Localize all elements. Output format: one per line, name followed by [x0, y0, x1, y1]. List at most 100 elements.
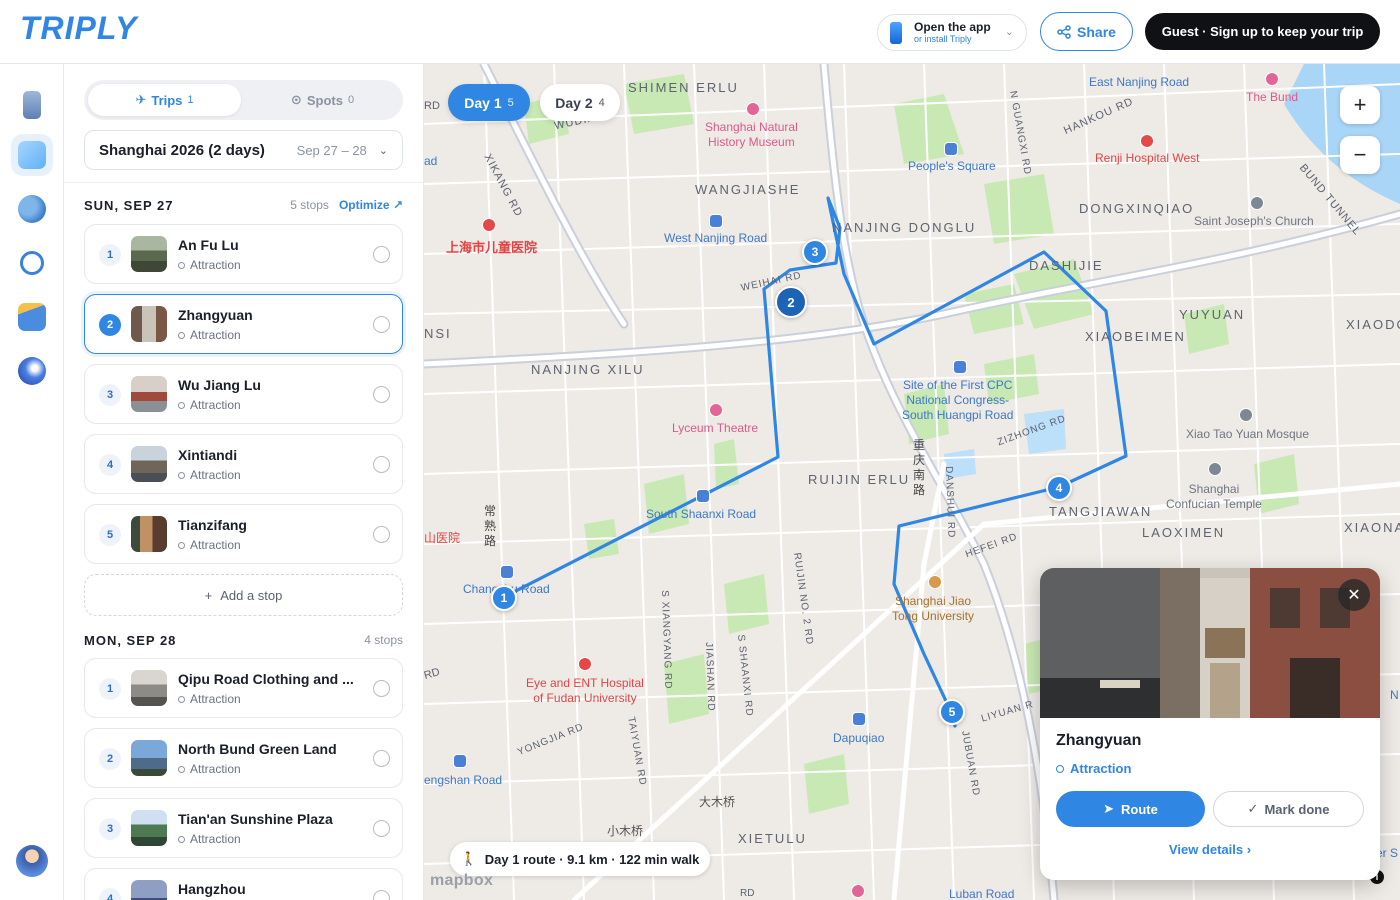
rail-profile[interactable] — [11, 840, 53, 882]
left-rail — [0, 64, 64, 900]
top-header: TRIPLY Open the app or install Triply ⌄ … — [0, 0, 1400, 64]
tab-spots[interactable]: ⊙ Spots 0 — [246, 84, 399, 116]
trip-selector[interactable]: Shanghai 2026 (2 days) Sep 27 – 28 ⌄ — [84, 130, 403, 170]
profile-avatar-icon — [16, 845, 48, 877]
stop-type-label: Attraction — [190, 538, 241, 552]
stop-type-label: Attraction — [190, 468, 241, 482]
stop-number: 1 — [99, 244, 121, 266]
location-pin-icon: ⊙ — [290, 92, 302, 107]
map-view[interactable]: SHIMEN ERLU WANGJIASHE NANJING DONGLU DO… — [424, 64, 1400, 900]
metro-icon — [500, 565, 514, 579]
navigate-icon: ➤ — [1103, 801, 1115, 816]
rail-trips[interactable] — [11, 84, 53, 126]
mark-done-button[interactable]: ✓ Mark done — [1213, 791, 1364, 827]
tab-trips-count: 1 — [187, 94, 194, 106]
rail-map[interactable] — [11, 134, 53, 176]
add-stop-button[interactable]: + Add a stop — [84, 574, 403, 616]
done-checkbox[interactable] — [373, 456, 390, 473]
done-checkbox[interactable] — [373, 750, 390, 767]
district-label: LAOXIMEN — [1142, 525, 1226, 540]
stop-type-label: Attraction — [190, 692, 241, 706]
stop-thumbnail — [131, 670, 167, 706]
church-icon — [1250, 196, 1264, 210]
done-checkbox[interactable] — [373, 680, 390, 697]
route-marker-1[interactable]: 1 — [491, 585, 517, 611]
rail-explore[interactable] — [11, 242, 53, 284]
stop-number: 1 — [99, 678, 121, 700]
stop-type: Attraction — [178, 468, 241, 482]
done-checkbox[interactable] — [373, 246, 390, 263]
stop-card[interactable]: 1 An Fu Lu Attraction — [84, 224, 403, 284]
stop-card[interactable]: 4 Xintiandi Attraction — [84, 434, 403, 494]
open-app-button[interactable]: Open the app or install Triply ⌄ — [877, 14, 1027, 51]
done-checkbox[interactable] — [373, 890, 390, 900]
stop-card[interactable]: 2 North Bund Green Land Attraction — [84, 728, 403, 788]
route-summary-pill: 🚶 Day 1 route · 9.1 km · 122 min walk — [450, 842, 710, 876]
rail-planner[interactable] — [11, 296, 53, 338]
stop-card[interactable]: 3 Wu Jiang Lu Attraction — [84, 364, 403, 424]
plus-icon: + — [204, 587, 213, 603]
day-stop-count: 4 stops — [364, 633, 403, 647]
signup-button[interactable]: Guest · Sign up to keep your trip — [1145, 13, 1380, 50]
place-photo — [1040, 568, 1380, 718]
compass-icon — [20, 251, 44, 275]
rail-community[interactable] — [11, 188, 53, 230]
poi-label: Lyceum Theatre — [672, 421, 759, 435]
share-button[interactable]: Share — [1040, 12, 1133, 51]
metro-icon — [453, 754, 467, 768]
done-checkbox[interactable] — [373, 386, 390, 403]
close-popup-button[interactable]: ✕ — [1338, 579, 1370, 611]
day-chip-label: Day 1 — [464, 94, 502, 111]
day-2-chip[interactable]: Day 2 4 — [540, 84, 620, 121]
stop-type: Attraction — [178, 762, 241, 776]
rail-ai[interactable] — [11, 350, 53, 392]
road-label: ad — [424, 154, 438, 168]
stop-card[interactable]: 1 Qipu Road Clothing and ... Attraction — [84, 658, 403, 718]
poi-label: Eye and ENT Hospital of Fudan University — [526, 676, 644, 705]
district-label: XIETULU — [738, 831, 807, 846]
road-label: 重庆南路 — [913, 438, 926, 497]
view-details-link[interactable]: View details › — [1040, 842, 1380, 857]
stop-type-label: Attraction — [190, 832, 241, 846]
route-marker-3[interactable]: 3 — [802, 239, 828, 265]
add-stop-label: Add a stop — [220, 587, 283, 603]
phone-icon — [890, 21, 902, 44]
stop-card[interactable]: 5 Tianzifang Attraction — [84, 504, 403, 564]
triply-logo[interactable]: TRIPLY — [20, 10, 137, 47]
route-marker-5[interactable]: 5 — [939, 699, 965, 725]
poi-label: 山医院 — [424, 531, 461, 545]
stop-card-selected[interactable]: 2 Zhangyuan Attraction — [84, 294, 403, 354]
stop-thumbnail — [131, 446, 167, 482]
mapbox-logo[interactable]: mapbox — [430, 872, 493, 890]
route-marker-2[interactable]: 2 — [775, 286, 807, 318]
stop-name: North Bund Green Land — [178, 741, 337, 757]
day-stop-count: 5 stops — [290, 198, 329, 212]
metro-icon — [944, 142, 958, 156]
day-1-chip[interactable]: Day 1 5 — [448, 84, 530, 121]
poi-label: 大木桥 — [699, 795, 736, 809]
stop-card[interactable]: 4 Hangzhou Attraction — [84, 868, 403, 900]
road-label: RD — [424, 100, 440, 112]
metro-icon — [709, 214, 723, 228]
stop-type: Attraction — [178, 692, 241, 706]
optimize-button[interactable]: Optimize ↗ — [339, 198, 403, 212]
stop-card[interactable]: 3 Tian'an Sunshine Plaza Attraction — [84, 798, 403, 858]
trips-spots-toggle: ✈ Trips 1 ⊙ Spots 0 — [84, 80, 403, 120]
route-summary: Day 1 route · 9.1 km · 122 min walk — [484, 851, 700, 867]
popup-type-label: Attraction — [1070, 761, 1132, 776]
stop-type: Attraction — [178, 538, 241, 552]
stop-type-label: Attraction — [190, 258, 241, 272]
tab-trips[interactable]: ✈ Trips 1 — [88, 84, 241, 116]
pin-icon — [178, 695, 185, 703]
route-button[interactable]: ➤ Route — [1056, 791, 1205, 827]
zoom-in-button[interactable]: + — [1340, 86, 1380, 124]
tab-spots-label: Spots — [306, 92, 343, 108]
done-checkbox[interactable] — [373, 316, 390, 333]
poi-label: The Bund — [1246, 90, 1299, 104]
zoom-out-button[interactable]: − — [1340, 136, 1380, 174]
route-marker-4[interactable]: 4 — [1046, 475, 1072, 501]
done-checkbox[interactable] — [373, 820, 390, 837]
metro-icon — [852, 712, 866, 726]
done-checkbox[interactable] — [373, 526, 390, 543]
place-photo-image — [1040, 568, 1380, 718]
